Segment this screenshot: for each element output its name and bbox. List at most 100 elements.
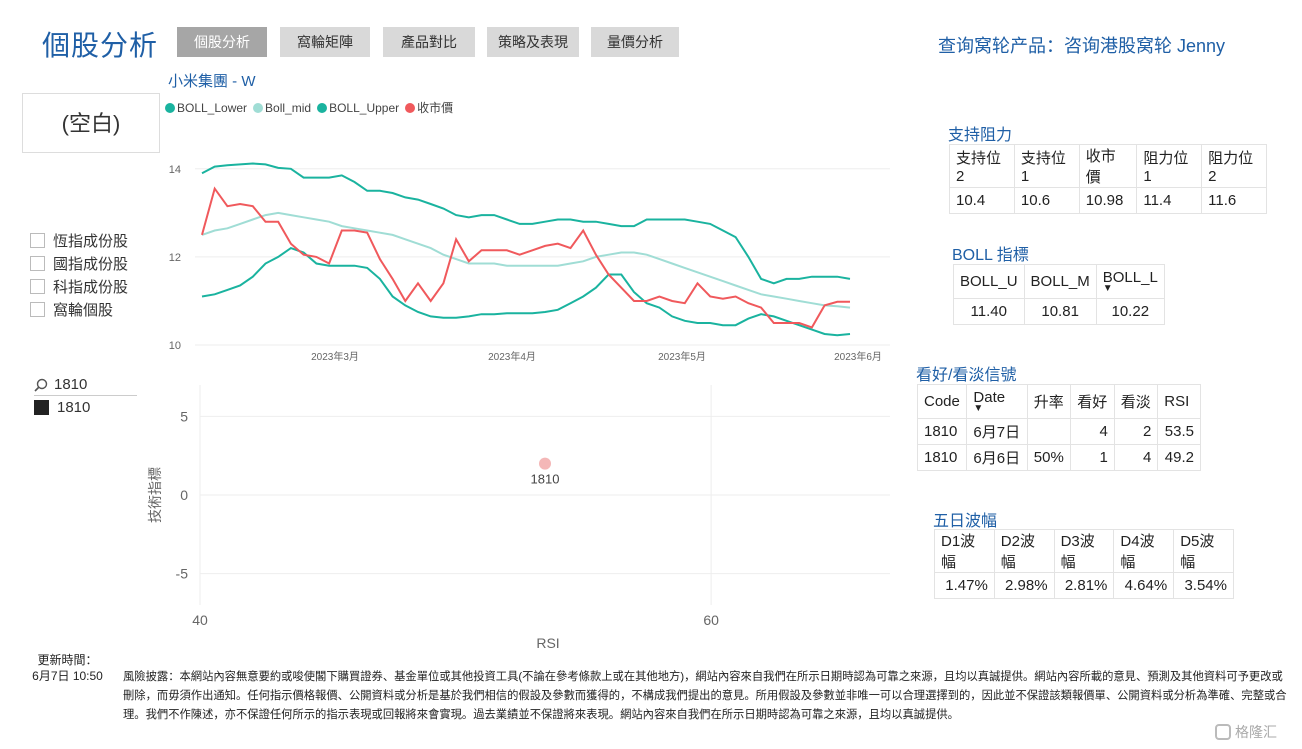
table-cell: 4.64%: [1113, 572, 1175, 599]
col-header[interactable]: 看淡: [1113, 384, 1159, 419]
scatter-y-label: 技術指標: [147, 467, 163, 523]
table-cell: 4: [1070, 418, 1115, 445]
sort-desc-icon: ▼: [1102, 282, 1113, 294]
table-cell: 3.54%: [1173, 572, 1234, 599]
table-row[interactable]: 1810 6月6日 50% 1 4 49.2: [916, 444, 1201, 471]
legend-label: BOLL_Lower: [177, 100, 248, 115]
search-value[interactable]: 1810: [54, 376, 87, 393]
col-header[interactable]: 收市價: [1078, 144, 1138, 188]
checkbox-label: 科指成份股: [53, 279, 129, 296]
y-tick-label: 12: [169, 252, 181, 264]
col-header[interactable]: RSI: [1157, 384, 1201, 419]
support-resistance-title: 支持阻力: [948, 127, 1013, 144]
watermark: 格隆汇: [1215, 722, 1277, 742]
watermark-text: 格隆汇: [1235, 724, 1277, 740]
checkbox-icon[interactable]: [30, 279, 45, 294]
table-cell: 2.98%: [993, 572, 1055, 599]
legend-dot-icon: [253, 102, 264, 113]
col-header[interactable]: 升率: [1026, 384, 1072, 419]
search-icon: [34, 378, 48, 392]
line-chart-title: 小米集團 - W: [168, 73, 256, 90]
col-header[interactable]: BOLL_M: [1023, 264, 1097, 299]
scatter-point[interactable]: [539, 457, 551, 470]
update-value: 6月7日 10:50: [32, 669, 103, 683]
col-header[interactable]: 看好: [1070, 384, 1115, 419]
table-cell: 11.6: [1201, 187, 1267, 214]
col-header[interactable]: 阻力位2: [1201, 144, 1267, 188]
volatility-table: D1波幅 D2波幅 D3波幅 D4波幅 D5波幅 1.47% 2.98% 2.8…: [934, 529, 1234, 599]
table-cell: 49.2: [1157, 444, 1201, 471]
table-cell: 1: [1070, 444, 1115, 471]
tab-volume-price[interactable]: 量價分析: [591, 27, 679, 57]
col-header[interactable]: Code: [916, 384, 968, 419]
table-cell: 2.81%: [1053, 572, 1115, 599]
stock-search-input[interactable]: 1810: [34, 376, 137, 396]
y-tick-label: 0: [180, 487, 188, 503]
x-tick-label: 2023年3月: [311, 350, 359, 363]
volatility-title: 五日波幅: [933, 513, 998, 530]
blank-filter-card[interactable]: (空白): [22, 93, 160, 153]
table-cell: 11.40: [953, 298, 1025, 325]
table-row[interactable]: 1810 6月7日 4 2 53.5: [916, 418, 1201, 445]
col-header[interactable]: D4波幅: [1113, 529, 1175, 573]
series-line-Boll_mid[interactable]: [201, 211, 851, 309]
update-time: 更新時間： 6月7日 10:50: [30, 652, 105, 684]
legend-dot-icon: [165, 102, 175, 113]
col-header[interactable]: D3波幅: [1053, 529, 1115, 573]
legend-label: BOLL_Upper: [329, 100, 400, 115]
legend-boll-upper[interactable]: BOLL_Upper: [317, 101, 399, 115]
line-chart-legend: BOLL_Lower Boll_mid BOLL_Upper 收市價: [165, 99, 455, 116]
col-header[interactable]: D1波幅: [934, 529, 995, 573]
legend-label: 收市價: [417, 101, 454, 115]
boll-line-chart: 14 12 10 2023年3月 2023年4月 2023年5月 2023年6月: [169, 162, 890, 363]
tab-warrant-matrix[interactable]: 窩輪矩陣: [280, 27, 370, 57]
col-header[interactable]: D5波幅: [1173, 529, 1234, 573]
table-cell: 6月7日: [966, 418, 1028, 445]
tab-product-compare[interactable]: 產品對比: [383, 27, 475, 57]
page-title: 個股分析: [42, 30, 159, 61]
table-cell: 6月6日: [966, 444, 1028, 471]
legend-label: Boll_mid: [265, 100, 312, 115]
checkbox-hstech[interactable]: 科指成份股: [30, 276, 128, 297]
checkbox-hsi[interactable]: 恆指成份股: [30, 230, 128, 251]
col-header[interactable]: 支持位1: [1013, 144, 1080, 188]
legend-boll-mid[interactable]: Boll_mid: [253, 101, 311, 115]
series-line-收市價[interactable]: [201, 186, 850, 329]
table-cell: 10.22: [1095, 298, 1165, 325]
table-cell: 10.4: [949, 187, 1015, 214]
tab-strategy[interactable]: 策略及表現: [487, 27, 579, 57]
risk-disclaimer: 風險披露：本網站內容無意要約或唆使閣下購買證券、基金單位或其他投資工具(不論在參…: [123, 671, 1287, 721]
checkbox-icon[interactable]: [30, 233, 45, 248]
search-result-label: 1810: [57, 399, 91, 416]
tab-stock-analysis[interactable]: 個股分析: [177, 27, 267, 57]
col-header[interactable]: 支持位2: [949, 144, 1015, 188]
legend-boll-lower[interactable]: BOLL_Lower: [165, 101, 247, 115]
query-warrant-link[interactable]: 查询窝轮产品：咨询港股窝轮 Jenny: [938, 32, 1225, 58]
watermark-logo-icon: [1215, 724, 1231, 740]
x-tick-label: 40: [192, 612, 208, 628]
table-cell: 50%: [1026, 444, 1072, 471]
col-header-sorted[interactable]: Date ▼: [966, 384, 1028, 419]
table-cell: 1810: [916, 444, 968, 471]
col-header[interactable]: D2波幅: [993, 529, 1055, 573]
y-tick-label: -5: [176, 566, 189, 582]
support-resistance-table: 支持位2 支持位1 收市價 阻力位1 阻力位2 10.4 10.6 10.98 …: [949, 144, 1267, 214]
checkbox-icon[interactable]: [30, 302, 45, 317]
checkbox-hscei[interactable]: 國指成份股: [30, 253, 128, 274]
y-tick-label: 10: [169, 340, 181, 352]
checkbox-warrant-stocks[interactable]: 窩輪個股: [30, 299, 113, 320]
col-header-sorted[interactable]: BOLL_L ▼: [1095, 264, 1165, 299]
table-cell: [1026, 418, 1072, 445]
signals-title: 看好/看淡信號: [916, 367, 1017, 384]
legend-dot-icon: [317, 102, 328, 113]
x-tick-label: 2023年5月: [658, 350, 706, 363]
checkbox-label: 國指成份股: [53, 256, 129, 273]
legend-close[interactable]: 收市價: [405, 99, 453, 116]
checked-checkbox-icon[interactable]: [34, 400, 49, 415]
table-cell: 10.81: [1023, 298, 1097, 325]
checkbox-icon[interactable]: [30, 256, 45, 271]
col-header[interactable]: 阻力位1: [1136, 144, 1203, 188]
search-result-item[interactable]: 1810: [34, 399, 90, 416]
rsi-scatter-chart: 5 0 -5 40 60 1810 RSI 技術指標: [147, 385, 890, 651]
col-header[interactable]: BOLL_U: [953, 264, 1025, 299]
